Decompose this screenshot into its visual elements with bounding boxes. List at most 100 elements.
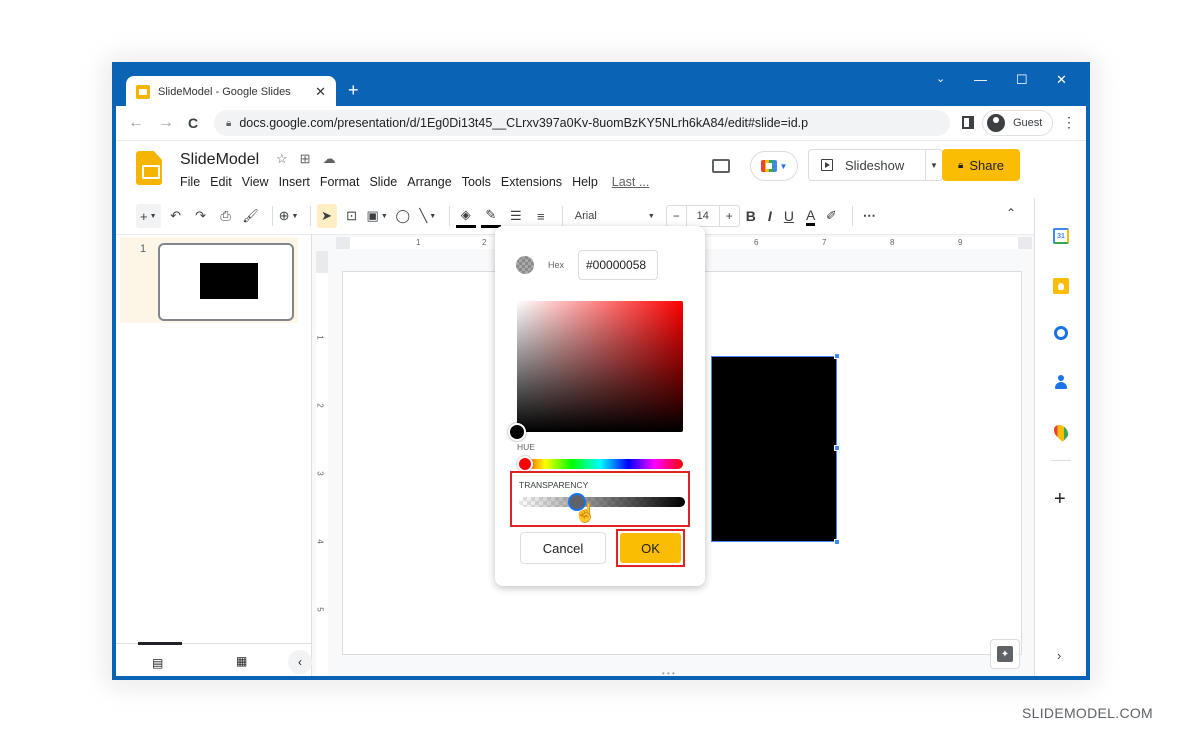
line-icon[interactable]: ╲ ▼ [418, 204, 438, 228]
last-edit-link[interactable]: Last ... [612, 175, 650, 189]
cloud-status-icon[interactable]: ☁ [323, 151, 336, 167]
saturation-value-knob[interactable] [508, 423, 526, 441]
text-color-button[interactable]: A [805, 207, 816, 226]
doc-title[interactable]: SlideModel [180, 151, 259, 169]
resize-handle[interactable] [834, 445, 840, 451]
more-options-button[interactable]: ⋯ [859, 204, 879, 228]
resize-handle[interactable] [834, 539, 840, 545]
menu-format[interactable]: Format [320, 175, 360, 189]
undo-icon[interactable]: ↶ [166, 204, 186, 228]
fill-color-icon[interactable]: ◈ [455, 204, 476, 228]
italic-button[interactable]: I [768, 208, 772, 224]
menu-arrange[interactable]: Arrange [407, 175, 451, 189]
browser-tab[interactable]: SlideModel - Google Slides ✕ [126, 76, 336, 108]
profile-button[interactable]: Guest [982, 110, 1054, 136]
menu-bar: File Edit View Insert Format Slide Arran… [180, 175, 659, 189]
decrease-font-size-button[interactable]: − [667, 206, 686, 226]
menu-extensions[interactable]: Extensions [501, 175, 562, 189]
menu-edit[interactable]: Edit [210, 175, 232, 189]
slide-thumbnail-item[interactable]: 1 [120, 237, 298, 323]
tab-close-icon[interactable]: ✕ [315, 84, 326, 100]
menu-view[interactable]: View [242, 175, 269, 189]
active-view-indicator [138, 642, 182, 645]
ok-button[interactable]: OK [620, 533, 681, 563]
saturation-value-area[interactable] [517, 301, 683, 432]
select-tool-icon[interactable]: ➤ [316, 204, 337, 228]
menu-help[interactable]: Help [572, 175, 598, 189]
slides-logo-icon[interactable] [136, 151, 162, 185]
browser-menu-icon[interactable]: ⋮ [1062, 114, 1076, 131]
address-bar-row: ← → C 🔒︎ docs.google.com/presentation/d/… [116, 106, 1086, 140]
share-button[interactable]: 🔒︎ Share [942, 149, 1020, 181]
meet-button[interactable]: ▼ [750, 151, 798, 181]
menu-slide[interactable]: Slide [369, 175, 397, 189]
new-tab-button[interactable]: + [348, 80, 359, 101]
border-color-icon[interactable]: ✎ [480, 204, 501, 228]
shape-icon[interactable]: ◯ [393, 204, 413, 228]
font-size-input[interactable]: 14 [685, 206, 720, 226]
grid-view-icon[interactable]: ▦ [236, 654, 247, 668]
increase-font-size-button[interactable]: + [720, 206, 739, 226]
get-addons-icon[interactable]: + [1054, 488, 1066, 511]
paint-format-icon[interactable]: 🖌︎ [241, 204, 261, 228]
vertical-ruler[interactable]: 1 2 3 4 5 [316, 251, 328, 676]
collapse-menus-button[interactable]: ⌃ [1006, 206, 1016, 220]
slideshow-button[interactable]: Slideshow [808, 149, 926, 181]
menu-insert[interactable]: Insert [279, 175, 310, 189]
ruler-margin [316, 251, 328, 273]
zoom-icon[interactable]: ⊕ ▼ [279, 204, 299, 228]
share-label: Share [969, 157, 1005, 173]
hex-input[interactable]: #00000058 [578, 250, 658, 280]
redo-icon[interactable]: ↷ [191, 204, 211, 228]
text-box-icon[interactable]: ⊡ [342, 204, 362, 228]
menu-tools[interactable]: Tools [462, 175, 491, 189]
highlight-color-icon[interactable]: ✐ [821, 204, 841, 228]
star-icon[interactable]: ☆ [276, 151, 288, 167]
show-side-panel-icon[interactable]: › [1057, 648, 1061, 663]
maximize-button[interactable]: ☐ [1016, 72, 1028, 88]
transparency-slider[interactable] [519, 497, 685, 507]
border-dash-icon[interactable]: ≡ [531, 204, 551, 228]
hue-slider[interactable] [517, 459, 683, 469]
slide-thumbnail[interactable] [158, 243, 294, 321]
bold-button[interactable]: B [746, 208, 756, 224]
filmstrip-view-icon[interactable]: ▤ [152, 656, 163, 670]
url-text: docs.google.com/presentation/d/1Eg0Di13t… [239, 116, 809, 130]
close-window-button[interactable]: ✕ [1056, 72, 1067, 88]
filmstrip: 1 ▤ ▦ ‹ [116, 234, 312, 676]
move-to-folder-icon[interactable]: ⊞ [300, 151, 311, 167]
title-icons: ☆ ⊞ ☁ [276, 151, 336, 167]
side-panel-icon[interactable] [962, 116, 974, 129]
slideshow-options-button[interactable]: ▼ [925, 149, 943, 181]
image-icon[interactable]: ▣ ▼ [367, 204, 388, 228]
font-size-stepper: − 14 + [665, 205, 740, 227]
back-button[interactable]: ← [128, 114, 144, 132]
hue-slider-knob[interactable] [517, 456, 533, 472]
speaker-notes-handle[interactable]: • • • [662, 669, 675, 676]
comments-icon[interactable] [712, 159, 730, 173]
divider [1051, 460, 1071, 461]
tab-search-icon[interactable]: ⌄ [936, 72, 945, 85]
print-icon[interactable]: ⎙ [216, 204, 236, 228]
border-weight-icon[interactable]: ☰ [506, 204, 526, 228]
underline-button[interactable]: U [784, 208, 794, 224]
explore-button[interactable]: ✦ [990, 639, 1020, 669]
cancel-button[interactable]: Cancel [520, 532, 606, 564]
keep-icon[interactable] [1053, 278, 1069, 294]
new-slide-button[interactable]: + ▼ [136, 204, 161, 228]
tasks-icon[interactable] [1054, 326, 1068, 340]
selected-rectangle-shape[interactable] [711, 353, 840, 545]
resize-handle[interactable] [834, 353, 840, 359]
contacts-icon[interactable] [1053, 374, 1069, 390]
minimize-button[interactable]: — [974, 72, 987, 87]
forward-button[interactable]: → [158, 114, 174, 132]
reload-button[interactable]: C [188, 115, 198, 131]
font-select[interactable]: Arial ▼ [569, 204, 661, 228]
url-bar[interactable]: 🔒︎ docs.google.com/presentation/d/1Eg0Di… [214, 110, 950, 136]
lock-icon: 🔒︎ [957, 159, 964, 171]
menu-file[interactable]: File [180, 175, 200, 189]
calendar-icon[interactable]: 31 [1053, 228, 1069, 244]
divider [448, 206, 450, 226]
hide-filmstrip-button[interactable]: ‹ [288, 650, 312, 674]
maps-icon[interactable] [1051, 422, 1071, 442]
